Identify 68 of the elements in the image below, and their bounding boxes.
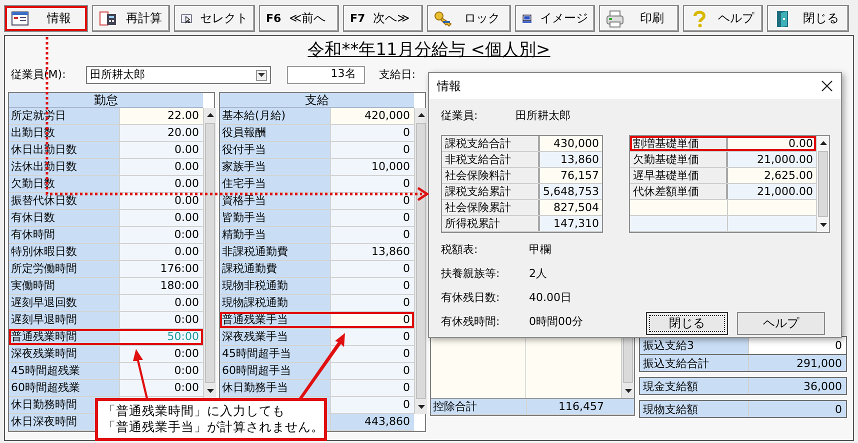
employee-name: 田所耕太郎 <box>516 109 571 124</box>
row-label: 欠勤基礎単価 <box>630 152 728 167</box>
amount-value: 36,000 <box>748 378 846 394</box>
row-label: 現物支給額 <box>640 401 748 417</box>
value-field: 430,000 <box>540 136 602 151</box>
row-label: 振込支給合計 <box>640 355 748 371</box>
dialog-title: 情報 <box>437 78 461 94</box>
row-label: 皆勤手当 <box>220 210 330 226</box>
row-label: 割増基礎単価 <box>630 136 728 151</box>
amount-value: 0 <box>748 401 846 417</box>
row-label: 現物課税通勤 <box>220 295 330 311</box>
row-label: 45時間超残業 <box>9 363 119 379</box>
value-field: 5,648,753 <box>540 184 602 199</box>
info-label: 税額表: <box>441 243 479 258</box>
row-label: 振替代休日数 <box>9 193 119 209</box>
row-label: 役員報酬 <box>220 125 330 141</box>
info-value: 0時間00分 <box>529 315 583 330</box>
row-label: 住宅手当 <box>220 176 330 192</box>
row-label: 有休時間 <box>9 227 119 243</box>
row-label: 現金支給額 <box>640 378 748 394</box>
column-header: 勤怠 <box>9 93 203 108</box>
row-label: 60時間超残業 <box>9 380 119 396</box>
row-label: 非課税通勤費 <box>220 244 330 260</box>
row-label: 有休日数 <box>9 210 119 226</box>
row-label: 60時間超手当 <box>220 363 330 379</box>
row-label: 精勤手当 <box>220 227 330 243</box>
row-label: 深夜残業時間 <box>9 346 119 362</box>
value-field: 827,504 <box>540 200 602 215</box>
row-label: 課税通勤費 <box>220 261 330 277</box>
employee-label: 従業員: <box>441 109 478 124</box>
row-label: 非税支給合計 <box>442 152 540 167</box>
report-title: 令和**年11月分給与 <個人別> <box>306 39 552 62</box>
employee-label: 従業員(M): <box>11 68 66 82</box>
row-label: 遅早基礎単価 <box>630 168 728 183</box>
value-field: 13,860 <box>540 152 602 167</box>
row-label: 役付手当 <box>220 142 330 158</box>
row-label: 遅刻早退回数 <box>9 295 119 311</box>
row-label: 代休差額単価 <box>630 184 728 199</box>
info-value: 2人 <box>529 267 547 282</box>
employee-count: 13名 <box>286 66 365 84</box>
row-label: 遅刻早退時間 <box>9 312 119 328</box>
amount-value: 291,000 <box>748 355 846 371</box>
row-label: 実働時間 <box>9 278 119 294</box>
info-value: 40.00日 <box>529 291 572 306</box>
info-label: 有休残時間: <box>441 315 501 330</box>
info-value: 甲欄 <box>529 243 551 258</box>
row-label: 普通残業手当 <box>220 312 330 328</box>
row-label: 深夜残業手当 <box>220 329 330 345</box>
row-label: 社会保険料計 <box>442 168 540 183</box>
row-label: 休日勤務手当 <box>220 380 330 396</box>
pay-date-label: 支給日: <box>378 68 416 82</box>
row-label: 普通残業時間 <box>9 329 119 345</box>
info-label: 扶養親族等: <box>441 267 501 282</box>
row-label: 45時間超手当 <box>220 346 330 362</box>
row-label: 課税支給合計 <box>442 136 540 151</box>
row-label: 特別休暇日数 <box>9 244 119 260</box>
row-label: 家族手当 <box>220 159 330 175</box>
value-field: 147,310 <box>540 216 602 231</box>
row-label: 社会保険累計 <box>442 200 540 215</box>
row-label: 所定労働時間 <box>9 261 119 277</box>
row-label: 現物非税通勤 <box>220 278 330 294</box>
row-label: 所得税累計 <box>442 216 540 231</box>
info-label: 有休残日数: <box>441 291 501 306</box>
column-header: 支給 <box>220 93 414 108</box>
row-label: 基本給(月給) <box>220 108 330 124</box>
value-field: 76,157 <box>540 168 602 183</box>
row-label: 課税支給累計 <box>442 184 540 199</box>
row-label: 振込支給3 <box>640 337 748 354</box>
